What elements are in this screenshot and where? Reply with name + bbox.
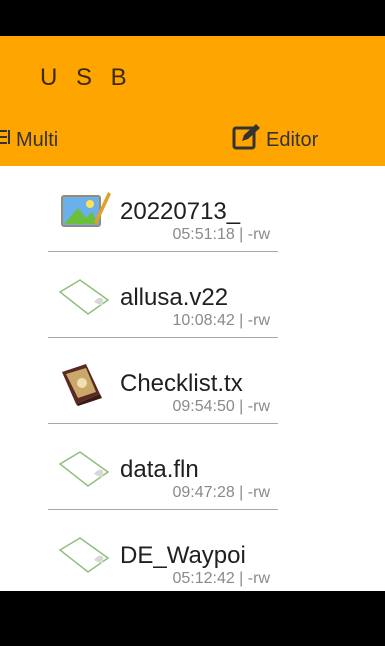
file-row[interactable]: 20220713_ 05:51:18 | -rw — [48, 166, 278, 252]
file-row[interactable]: allusa.v22 10:08:42 | -rw — [48, 252, 278, 338]
status-bar — [0, 0, 385, 36]
edit-icon — [232, 124, 262, 156]
image-file-icon — [56, 188, 112, 236]
file-meta: 09:47:28 | -rw — [172, 484, 270, 501]
file-name: allusa.v22 — [120, 284, 229, 311]
file-name: DE_Waypoi — [120, 542, 246, 569]
file-meta: 10:08:42 | -rw — [172, 312, 270, 329]
generic-file-icon — [56, 532, 112, 580]
file-meta: 05:12:42 | -rw — [172, 570, 270, 587]
file-meta: 05:51:18 | -rw — [172, 226, 270, 243]
file-name: 20220713_ — [120, 198, 241, 225]
file-name: data.fln — [120, 456, 199, 483]
multi-select-icon — [0, 128, 12, 152]
text-document-icon — [56, 360, 112, 408]
file-row[interactable]: Checklist.tx 09:54:50 | -rw — [48, 338, 278, 424]
generic-file-icon — [56, 274, 112, 322]
file-list: 20220713_ 05:51:18 | -rw allusa.v22 10:0… — [0, 166, 385, 591]
editor-label: Editor — [266, 128, 319, 151]
file-meta: 09:54:50 | -rw — [172, 398, 270, 415]
file-row[interactable]: DE_Waypoi 05:12:42 | -rw — [48, 510, 278, 591]
editor-button[interactable]: Editor — [232, 124, 319, 156]
app-header: U S B Multi Editor — [0, 36, 385, 166]
generic-file-icon — [56, 446, 112, 494]
page-title: U S B — [40, 64, 133, 91]
navigation-bar — [0, 591, 385, 646]
multi-label: Multi — [16, 128, 59, 151]
multi-button[interactable]: Multi — [0, 126, 58, 154]
file-name: Checklist.tx — [120, 370, 243, 397]
file-row[interactable]: data.fln 09:47:28 | -rw — [48, 424, 278, 510]
